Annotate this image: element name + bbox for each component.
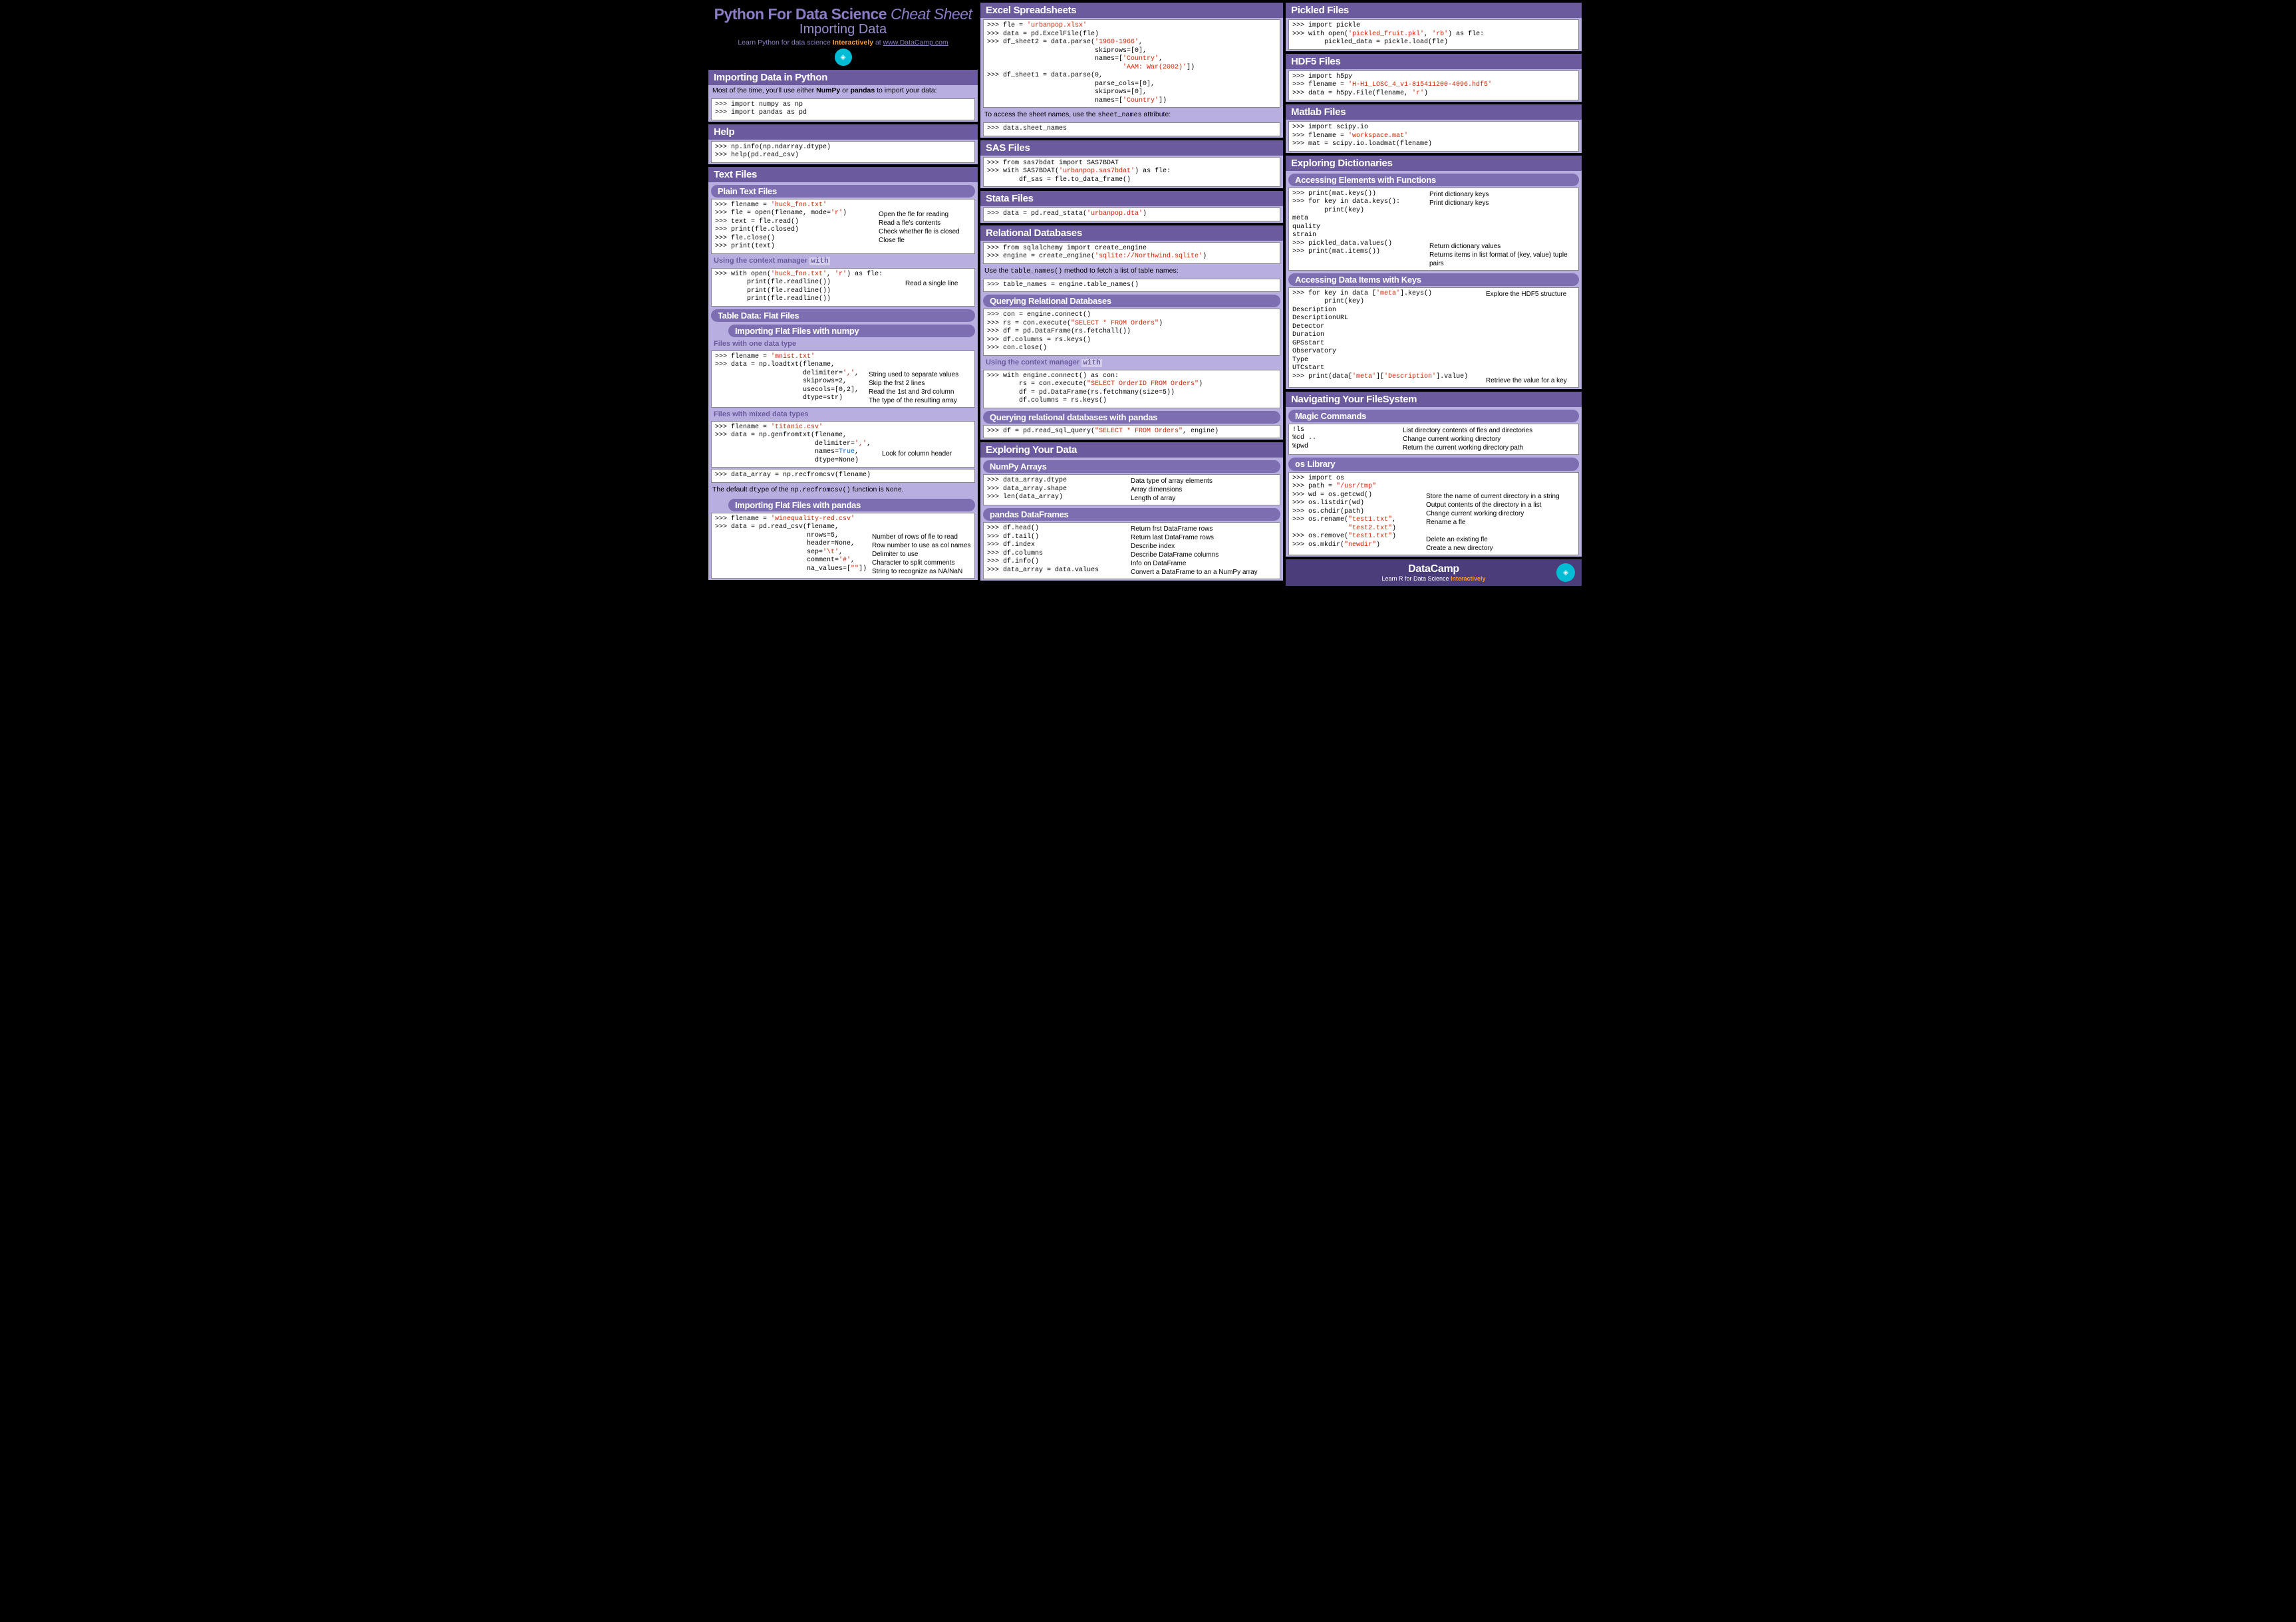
section-title: Stata Files [980, 191, 1283, 206]
code-block: >>> import numpy as np >>> import pandas… [711, 98, 975, 120]
header: Python For Data Science Cheat Sheet Impo… [708, 3, 978, 67]
page-subtitle: Importing Data [708, 22, 978, 37]
note: Most of the time, you'll use either NumP… [708, 85, 978, 97]
section-pickle: Pickled Files >>> import pickle >>> with… [1286, 3, 1582, 51]
section-title: Exploring Your Data [980, 442, 1283, 458]
section-dict: Exploring Dictionaries Accessing Element… [1286, 156, 1582, 389]
code-desc: Store the name of current directory in a… [1422, 475, 1560, 553]
section-nav: Navigating Your FileSystem Magic Command… [1286, 392, 1582, 557]
subtitle: pandas DataFrames [983, 508, 1280, 521]
subtitle: Accessing Elements with Functions [1288, 174, 1579, 186]
code-block: >>> df = pd.read_sql_query("SELECT * FRO… [983, 425, 1280, 439]
section-title: Help [708, 124, 978, 140]
section-sas: SAS Files >>> from sas7bdat import SAS7B… [980, 140, 1283, 189]
section-title: HDF5 Files [1286, 54, 1582, 69]
section-title: Matlab Files [1286, 104, 1582, 120]
code-block: >>> data_array = np.recfromcsv(flename) [711, 469, 975, 483]
section-excel: Excel Spreadsheets >>> fle = 'urbanpop.x… [980, 3, 1283, 138]
code-block: >>> print(mat.keys()) >>> for key in dat… [1288, 188, 1579, 271]
code-block: >>> data_array.dtype >>> data_array.shap… [983, 474, 1280, 505]
caption: Using the context manager with [708, 255, 978, 267]
footer: DataCamp Learn R for Data Science Intera… [1286, 559, 1582, 586]
code-desc: Print dictionary keysPrint dictionary ke… [1425, 190, 1575, 268]
code-block: >>> flename = 'winequality-red.csv' >>> … [711, 513, 975, 579]
code-block: >>> import scipy.io >>> flename = 'works… [1288, 121, 1579, 152]
note: Use the table_names() method to fetch a … [980, 265, 1283, 277]
caption: Using the context manager with [980, 357, 1283, 368]
section-explore: Exploring Your Data NumPy Arrays >>> dat… [980, 442, 1283, 581]
subtitle: Table Data: Flat Files [711, 309, 975, 322]
section-title: Importing Data in Python [708, 70, 978, 85]
section-text-files: Text Files Plain Text Files >>> flename … [708, 167, 978, 580]
section-matlab: Matlab Files >>> import scipy.io >>> fle… [1286, 104, 1582, 153]
code-desc: String used to separate valuesSkip the f… [865, 353, 958, 405]
section-title: SAS Files [980, 140, 1283, 156]
subtitle: Importing Flat Files with numpy [728, 325, 975, 337]
subtitle: Accessing Data Items with Keys [1288, 273, 1579, 286]
datacamp-icon: ◈ [1556, 563, 1575, 582]
code-block: >>> np.info(np.ndarray.dtype) >>> help(p… [711, 141, 975, 163]
code-block: >>> with engine.connect() as con: rs = c… [983, 370, 1280, 408]
section-importing: Importing Data in Python Most of the tim… [708, 70, 978, 122]
code-block: >>> from sqlalchemy import create_engine… [983, 242, 1280, 264]
code-desc: Look for column header [878, 424, 952, 466]
subtitle: Querying relational databases with panda… [983, 411, 1280, 424]
subtitle: Querying Relational Databases [983, 295, 1280, 307]
section-title: Exploring Dictionaries [1286, 156, 1582, 171]
subtitle: Plain Text Files [711, 185, 975, 198]
code-block: >>> flename = 'huck_fnn.txt' >>> fle = o… [711, 199, 975, 254]
note: The default dtype of the np.recfromcsv()… [708, 484, 978, 496]
code-block: >>> import os >>> path = "/usr/tmp" >>> … [1288, 472, 1579, 555]
code-block: >>> flename = 'titanic.csv' >>> data = n… [711, 421, 975, 468]
section-stata: Stata Files >>> data = pd.read_stata('ur… [980, 191, 1283, 223]
code-desc: Return frst DataFrame rowsReturn last Da… [1127, 525, 1258, 577]
subtitle: os Library [1288, 458, 1579, 471]
section-hdf5: HDF5 Files >>> import h5py >>> flename =… [1286, 54, 1582, 102]
code-block: >>> df.head() >>> df.tail() >>> df.index… [983, 522, 1280, 579]
code-desc: Explore the HDF5 structureRetrieve the v… [1482, 290, 1567, 385]
code-block: >>> data.sheet_names [983, 122, 1280, 136]
code-block: >>> table_names = engine.table_names() [983, 279, 1280, 293]
code-block: >>> import h5py >>> flename = 'H-H1_LOSC… [1288, 70, 1579, 101]
subtitle: Magic Commands [1288, 410, 1579, 422]
code-block: >>> import pickle >>> with open('pickled… [1288, 19, 1579, 50]
section-title: Text Files [708, 167, 978, 182]
section-title: Pickled Files [1286, 3, 1582, 18]
code-desc: Data type of array elementsArray dimensi… [1127, 477, 1213, 503]
subtitle: Importing Flat Files with pandas [728, 499, 975, 511]
code-block: >>> for key in data ['meta'].keys() prin… [1288, 287, 1579, 388]
code-block: >>> fle = 'urbanpop.xlsx' >>> data = pd.… [983, 19, 1280, 108]
footer-tagline: Learn R for Data Science Interactively [1286, 575, 1582, 582]
code-block: >>> flename = 'mnist.txt' >>> data = np.… [711, 350, 975, 408]
subtitle: NumPy Arrays [983, 460, 1280, 473]
tagline: Learn Python for data science Interactiv… [708, 39, 978, 47]
code-desc: Open the fle for readingRead a fle's con… [875, 202, 960, 251]
code-block: !ls %cd .. %pwd List directory contents … [1288, 424, 1579, 455]
section-rdb: Relational Databases >>> from sqlalchemy… [980, 225, 1283, 440]
caption: Files with one data type [708, 338, 978, 349]
datacamp-link[interactable]: www.DataCamp.com [883, 39, 948, 47]
page-title: Python For Data Science Cheat Sheet [708, 5, 978, 23]
code-desc: Number of rows of fle to readRow number … [868, 515, 970, 576]
section-title: Relational Databases [980, 225, 1283, 241]
section-title: Excel Spreadsheets [980, 3, 1283, 18]
code-block: >>> data = pd.read_stata('urbanpop.dta') [983, 207, 1280, 221]
note: To access the sheet names, use the sheet… [980, 109, 1283, 121]
datacamp-icon: ◈ [835, 49, 852, 66]
code-block: >>> with open('huck_fnn.txt', 'r') as fl… [711, 268, 975, 307]
code-desc: List directory contents of fles and dire… [1399, 426, 1532, 452]
caption: Files with mixed data types [708, 409, 978, 420]
footer-title: DataCamp [1286, 563, 1582, 575]
code-desc: Read a single line [901, 271, 958, 304]
code-block: >>> con = engine.connect() >>> rs = con.… [983, 309, 1280, 356]
code-block: >>> from sas7bdat import SAS7BDAT >>> wi… [983, 157, 1280, 188]
section-help: Help >>> np.info(np.ndarray.dtype) >>> h… [708, 124, 978, 164]
section-title: Navigating Your FileSystem [1286, 392, 1582, 407]
